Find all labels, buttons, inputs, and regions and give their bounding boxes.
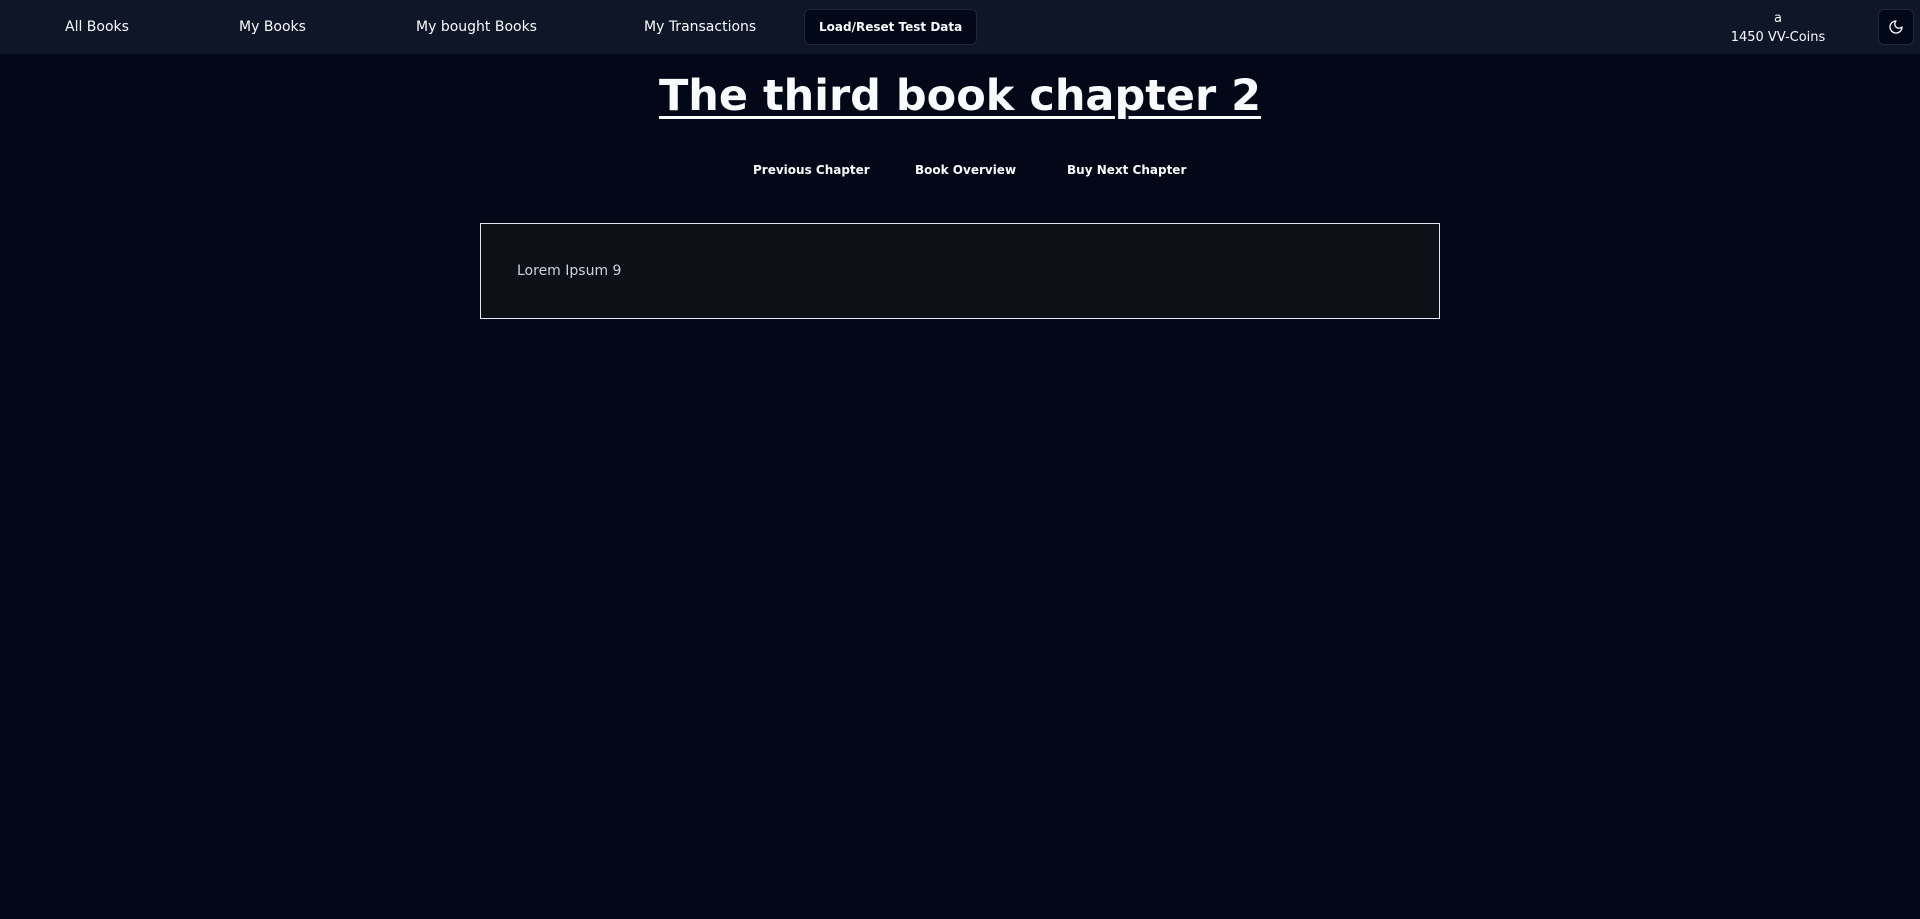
user-coins: 1450 VV-Coins (1730, 30, 1826, 45)
load-reset-test-data-button[interactable]: Load/Reset Test Data (804, 9, 978, 45)
nav-my-books[interactable]: My Books (239, 17, 306, 37)
user-info: a 1450 VV-Coins (1700, 9, 1856, 47)
nav-my-transactions[interactable]: My Transactions (644, 17, 756, 37)
chapter-navigation: Previous Chapter Book Overview Buy Next … (0, 160, 1920, 180)
chapter-content-text: Lorem Ipsum 9 (517, 263, 622, 279)
user-name: a (1774, 11, 1782, 26)
moon-icon (1889, 20, 1903, 34)
nav-all-books[interactable]: All Books (65, 17, 129, 37)
theme-toggle-button[interactable] (1878, 9, 1914, 45)
book-overview-link[interactable]: Book Overview (915, 160, 1016, 180)
nav-my-bought-books[interactable]: My bought Books (416, 17, 537, 37)
buy-next-chapter-link[interactable]: Buy Next Chapter (1067, 160, 1186, 180)
previous-chapter-link[interactable]: Previous Chapter (753, 160, 870, 180)
top-navbar: All Books My Books My bought Books My Tr… (0, 0, 1920, 54)
chapter-content-box: Lorem Ipsum 9 (480, 223, 1440, 319)
page-title: The third book chapter 2 (658, 71, 1262, 121)
